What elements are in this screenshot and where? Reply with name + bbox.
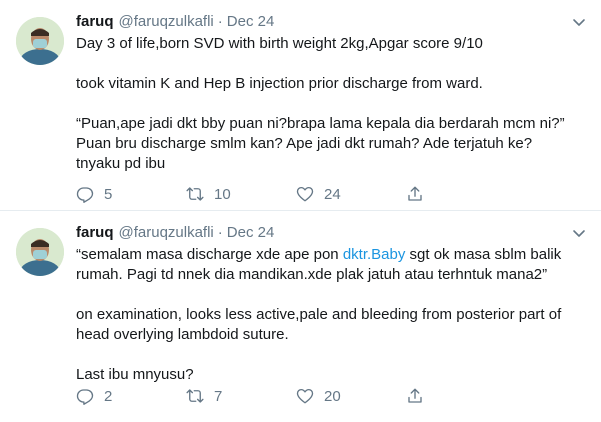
- tweet-text: “semalam masa discharge xde ape pon dktr…: [76, 245, 587, 385]
- like-count: 24: [324, 185, 341, 203]
- display-name[interactable]: faruq: [76, 223, 114, 243]
- tweet-line: Puan bru discharge smlm kan? Ape jadi dk…: [76, 135, 533, 152]
- user-handle[interactable]: @faruqzulkafli: [119, 223, 214, 243]
- like-button[interactable]: 24: [296, 182, 406, 206]
- tweet-line: [76, 285, 587, 305]
- separator-dot: ·: [217, 13, 223, 30]
- tweet-line: Day 3 of life,born SVD with birth weight…: [76, 35, 483, 52]
- tweet-line: [76, 54, 587, 74]
- retweet-button[interactable]: 10: [186, 182, 296, 206]
- reply-count: 5: [104, 185, 113, 203]
- like-count: 20: [324, 387, 341, 405]
- tweet-line: head overlying lambdoid suture.: [76, 326, 289, 343]
- avatar[interactable]: [16, 17, 64, 65]
- tweet-2[interactable]: faruq @faruqzulkafli · Dec 24 “semalam m…: [0, 211, 601, 422]
- tweet-line: “Puan,ape jadi dkt bby puan ni?brapa lam…: [76, 115, 565, 132]
- tweet-text: Day 3 of life,born SVD with birth weight…: [76, 34, 587, 174]
- chevron-down-icon[interactable]: [571, 225, 587, 241]
- tweet-line: took vitamin K and Hep B injection prior…: [76, 75, 483, 92]
- mention-link[interactable]: dktr.Baby: [343, 246, 406, 263]
- tweet-text-segment: “semalam masa discharge xde ape pon: [76, 246, 343, 263]
- like-icon: [296, 186, 314, 202]
- reply-icon: [76, 389, 94, 405]
- reply-icon: [76, 187, 94, 203]
- display-name[interactable]: faruq: [76, 12, 114, 32]
- chevron-down-icon[interactable]: [571, 14, 587, 30]
- retweet-icon: [186, 187, 204, 201]
- tweet-line: [76, 345, 587, 365]
- tweet-date[interactable]: Dec 24: [227, 223, 275, 243]
- tweet-line: “semalam masa discharge xde ape pon dktr…: [76, 245, 587, 265]
- share-icon: [408, 186, 422, 201]
- reply-count: 2: [104, 387, 113, 405]
- tweet-line: [76, 94, 587, 114]
- user-handle[interactable]: @faruqzulkafli: [119, 12, 214, 32]
- tweet-line: rumah. Pagi td nnek dia mandikan.xde pla…: [76, 266, 548, 283]
- share-icon: [408, 388, 422, 403]
- avatar[interactable]: [16, 228, 64, 276]
- tweet-actions: 5 10 24: [76, 182, 516, 206]
- tweet-line: on examination, looks less active,pale a…: [76, 306, 562, 323]
- tweet-line: Last ibu mnyusu?: [76, 366, 194, 383]
- tweet-text-segment: sgt ok masa sblm balik: [405, 246, 562, 263]
- like-button[interactable]: 20: [296, 384, 406, 408]
- retweet-button[interactable]: 7: [186, 384, 296, 408]
- tweet-1[interactable]: faruq @faruqzulkafli · Dec 24 Day 3 of l…: [0, 0, 601, 211]
- reply-button[interactable]: 2: [76, 384, 186, 408]
- like-icon: [296, 388, 314, 404]
- tweet-actions: 2 7 20: [76, 384, 516, 408]
- tweet-line: tnyaku pd ibu: [76, 155, 166, 172]
- separator-dot: ·: [217, 224, 223, 241]
- retweet-count: 10: [214, 185, 231, 203]
- retweet-icon: [186, 389, 204, 403]
- reply-button[interactable]: 5: [76, 182, 186, 206]
- retweet-count: 7: [214, 387, 223, 405]
- share-button[interactable]: [406, 384, 516, 408]
- tweet-date[interactable]: Dec 24: [227, 12, 275, 32]
- share-button[interactable]: [406, 182, 516, 206]
